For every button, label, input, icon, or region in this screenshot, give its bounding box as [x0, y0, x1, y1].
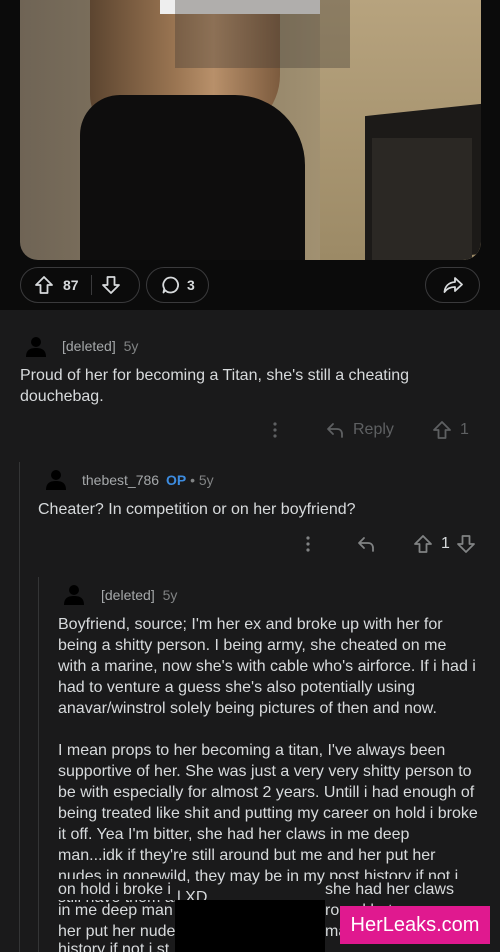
comment-vote: 1	[432, 420, 469, 440]
reply-icon	[358, 537, 374, 552]
overlap-line: she had her claws	[325, 879, 485, 900]
avatar-icon	[46, 470, 66, 490]
reply-button[interactable]: Reply	[325, 420, 394, 440]
post-comments-divider	[0, 310, 500, 319]
reply-label: Reply	[353, 421, 394, 438]
watermark-badge: HerLeaks.com	[340, 906, 490, 944]
thread-line-level-2	[38, 577, 39, 952]
comment-age: 5y	[162, 587, 178, 603]
share-icon	[442, 275, 464, 295]
more-options-button[interactable]	[270, 420, 280, 440]
age-separator: •	[190, 472, 195, 488]
overlap-line: in me deep man	[58, 902, 173, 919]
upvote-icon[interactable]	[29, 275, 59, 295]
comment-score: 1	[460, 421, 469, 438]
comment-age: 5y	[198, 472, 214, 488]
comment-text: Cheater? In competition or on her boyfri…	[38, 501, 356, 518]
comment-author-line: [deleted] 5y	[62, 338, 138, 354]
comment-score: 1	[441, 535, 450, 552]
comment-count: 3	[187, 277, 195, 293]
vote-divider	[90, 275, 92, 295]
reply-button[interactable]	[356, 534, 376, 554]
overlap-line: on hold i broke i	[58, 879, 178, 900]
post-image[interactable]	[20, 0, 481, 260]
comment-author[interactable]: [deleted]	[101, 587, 155, 603]
comment-bubble-icon	[159, 275, 183, 295]
comment-body: Boyfriend, source; I'm her ex and broke …	[58, 614, 478, 908]
more-options-button[interactable]	[303, 534, 313, 554]
avatar-icon	[26, 337, 46, 357]
comment-body: Proud of her for becoming a Titan, she's…	[20, 365, 470, 407]
op-badge: OP	[165, 472, 187, 488]
comment-author-line: [deleted] 5y	[101, 587, 177, 603]
reply-icon	[327, 423, 343, 438]
comment-paragraph: Boyfriend, source; I'm her ex and broke …	[58, 616, 476, 717]
downvote-icon[interactable]	[456, 534, 476, 554]
downvote-icon[interactable]	[96, 275, 126, 295]
overlap-line: history if not i st	[58, 941, 170, 952]
thread-line-level-1	[19, 462, 20, 952]
comment-text: Proud of her for becoming a Titan, she's…	[20, 367, 410, 405]
upvote-icon[interactable]	[413, 534, 433, 554]
vote-pill: 87	[20, 267, 140, 303]
comment-author[interactable]: thebest_786	[82, 472, 159, 488]
comment-author[interactable]: [deleted]	[62, 338, 116, 354]
overlap-black-band	[175, 900, 325, 952]
comment-vote: 1	[413, 534, 476, 554]
comment-body: Cheater? In competition or on her boyfri…	[38, 499, 478, 520]
comment-author-line: thebest_786 OP • 5y	[82, 472, 214, 488]
avatar-icon	[64, 585, 84, 605]
upvote-count: 87	[63, 277, 79, 293]
comment-age: 5y	[123, 338, 139, 354]
comments-button[interactable]: 3	[146, 267, 209, 303]
share-button[interactable]	[425, 267, 480, 303]
upvote-icon[interactable]	[432, 420, 452, 440]
